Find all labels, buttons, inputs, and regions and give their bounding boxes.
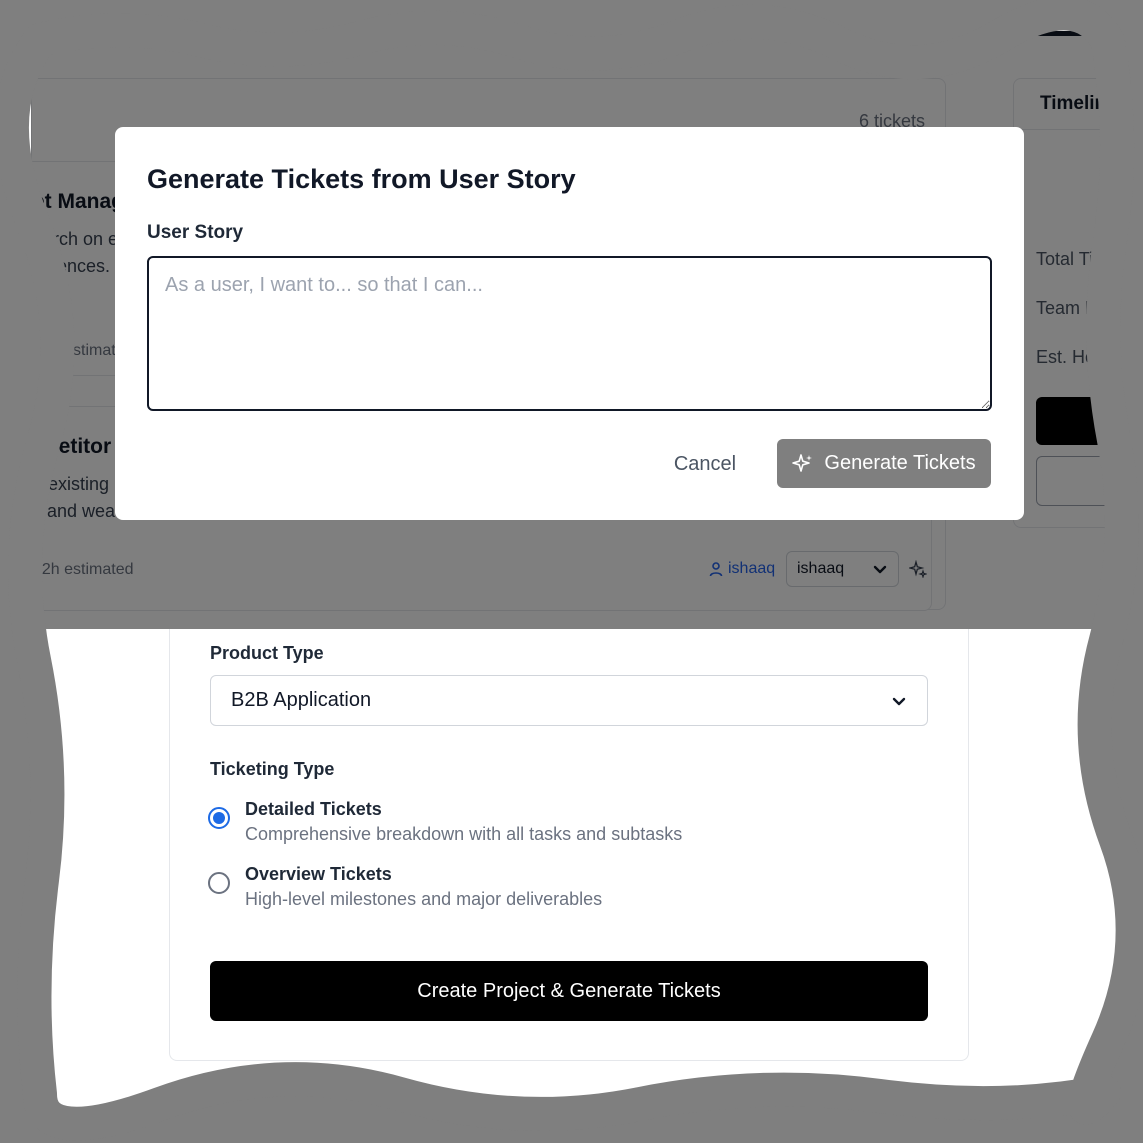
chevron-down-icon	[892, 697, 906, 705]
option-title: Overview Tickets	[245, 864, 392, 884]
modal-title: Generate Tickets from User Story	[147, 164, 576, 194]
user-story-input[interactable]	[147, 256, 992, 411]
product-type-select[interactable]: B2B Application	[210, 675, 928, 726]
generate-tickets-button[interactable]: Generate Tickets	[777, 439, 991, 488]
user-story-label: User Story	[147, 222, 244, 243]
option-title: Detailed Tickets	[245, 799, 382, 819]
radio-detailed[interactable]	[208, 807, 230, 829]
option-detailed-tickets[interactable]: Detailed Tickets Comprehensive breakdown…	[208, 797, 682, 847]
cancel-button[interactable]: Cancel	[655, 439, 755, 489]
radio-overview[interactable]	[208, 872, 230, 894]
sparkle-icon	[792, 453, 813, 472]
option-description: High-level milestones and major delivera…	[245, 889, 603, 909]
option-overview-tickets[interactable]: Overview Tickets High-level milestones a…	[208, 862, 602, 912]
generate-tickets-modal: Generate Tickets from User Story User St…	[115, 127, 1024, 520]
ticketing-type-label: Ticketing Type	[210, 759, 335, 779]
create-project-button[interactable]: Create Project & Generate Tickets	[210, 961, 928, 1021]
product-type-value: B2B Application	[231, 689, 372, 711]
option-description: Comprehensive breakdown with all tasks a…	[245, 824, 683, 844]
product-type-label: Product Type	[210, 643, 324, 663]
generate-tickets-label: Generate Tickets	[824, 452, 976, 474]
